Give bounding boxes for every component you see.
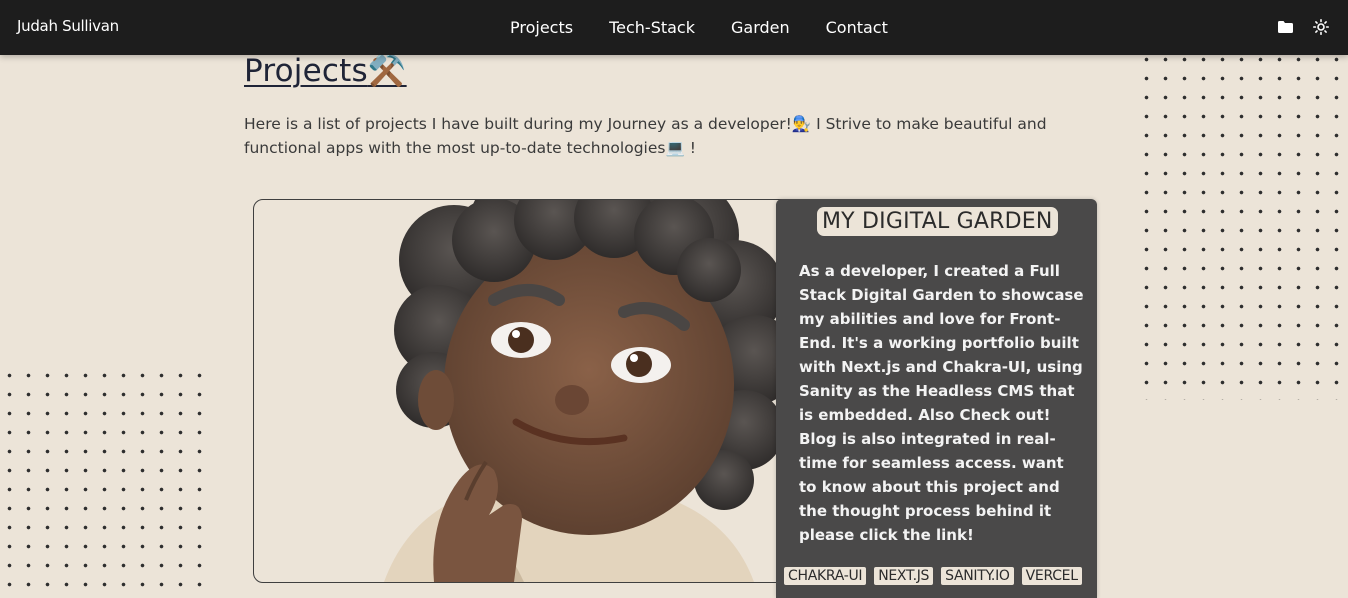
dot-pattern-right <box>1137 50 1348 400</box>
page-title-text: Projects <box>244 53 368 89</box>
project-title[interactable]: MY DIGITAL GARDEN <box>817 207 1058 236</box>
nav-link-projects[interactable]: Projects <box>492 18 591 37</box>
mechanic-emoji-icon: 👨‍🔧 <box>791 115 812 133</box>
intro-text-part-3: ! <box>684 139 696 157</box>
nav-link-garden[interactable]: Garden <box>713 18 808 37</box>
dot-pattern-left <box>0 366 210 598</box>
project-description: As a developer, I created a Full Stack D… <box>799 262 1084 544</box>
nav-link-tech-stack[interactable]: Tech-Stack <box>591 18 713 37</box>
tag-chakra-ui: CHAKRA-UI <box>784 567 867 585</box>
hammer-pick-icon: ⚒️ <box>367 53 407 89</box>
tag-vercel: VERCEL <box>1021 567 1082 585</box>
nav-links: Projects Tech-Stack Garden Contact <box>492 0 906 55</box>
tag-sanity: SANITY.IO <box>941 567 1014 585</box>
laptop-emoji-icon: 💻 <box>665 139 685 157</box>
folder-icon[interactable] <box>1276 18 1294 36</box>
tag-nextjs: NEXT.JS <box>874 567 934 585</box>
project-info-panel: MY DIGITAL GARDEN As a developer, I crea… <box>776 199 1097 598</box>
navbar: Judah Sullivan Projects Tech-Stack Garde… <box>0 0 1348 55</box>
nav-link-contact[interactable]: Contact <box>808 18 906 37</box>
page-title[interactable]: Projects⚒️ <box>244 52 407 89</box>
intro-text: Here is a list of projects I have built … <box>244 112 1114 160</box>
brand-link[interactable]: Judah Sullivan <box>17 17 119 35</box>
intro-text-part-1: Here is a list of projects I have built … <box>244 115 792 133</box>
tech-tags: CHAKRA-UI NEXT.JS SANITY.IO VERCEL <box>784 567 1082 585</box>
sun-icon[interactable] <box>1312 18 1330 36</box>
